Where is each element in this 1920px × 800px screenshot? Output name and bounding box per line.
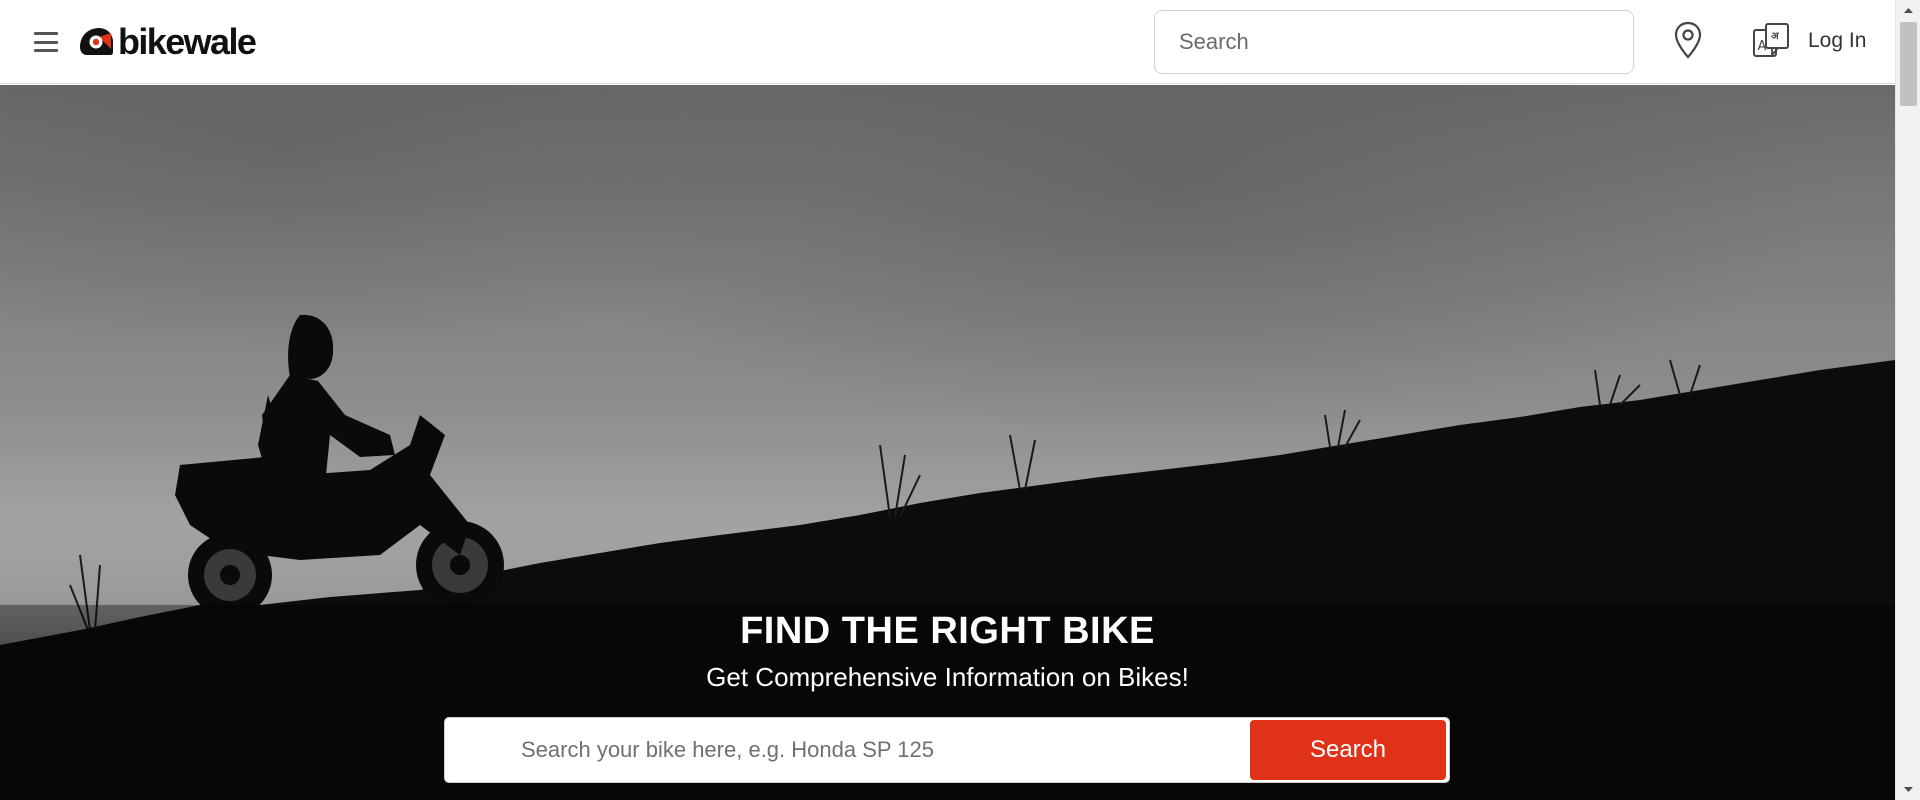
login-link[interactable]: Log In — [1808, 29, 1866, 53]
bikewale-logo[interactable]: bikewale — [77, 21, 257, 62]
logo-helmet-icon — [80, 28, 113, 55]
language-translate-icon[interactable]: A अ — [1752, 22, 1790, 60]
scrollbar-thumb[interactable] — [1900, 22, 1917, 106]
bike-search-input[interactable] — [445, 718, 1250, 782]
hero-banner: FIND THE RIGHT BIKE Get Comprehensive In… — [0, 85, 1895, 800]
hero-title: FIND THE RIGHT BIKE — [740, 610, 1155, 652]
header-search-input[interactable] — [1179, 11, 1633, 73]
hamburger-menu-icon[interactable] — [34, 28, 60, 56]
hero-subtitle: Get Comprehensive Information on Bikes! — [706, 662, 1189, 692]
bike-search-button[interactable]: Search — [1250, 720, 1446, 780]
logo-text: bikewale — [118, 21, 257, 62]
scroll-down-arrow-icon[interactable] — [1896, 780, 1920, 800]
site-header: bikewale A अ Log In — [0, 0, 1895, 84]
location-pin-icon[interactable] — [1672, 20, 1704, 60]
header-search-box[interactable] — [1154, 10, 1634, 74]
bike-search-bar: Search — [444, 717, 1450, 783]
page-scrollbar[interactable] — [1895, 0, 1920, 800]
scroll-up-arrow-icon[interactable] — [1896, 0, 1920, 20]
